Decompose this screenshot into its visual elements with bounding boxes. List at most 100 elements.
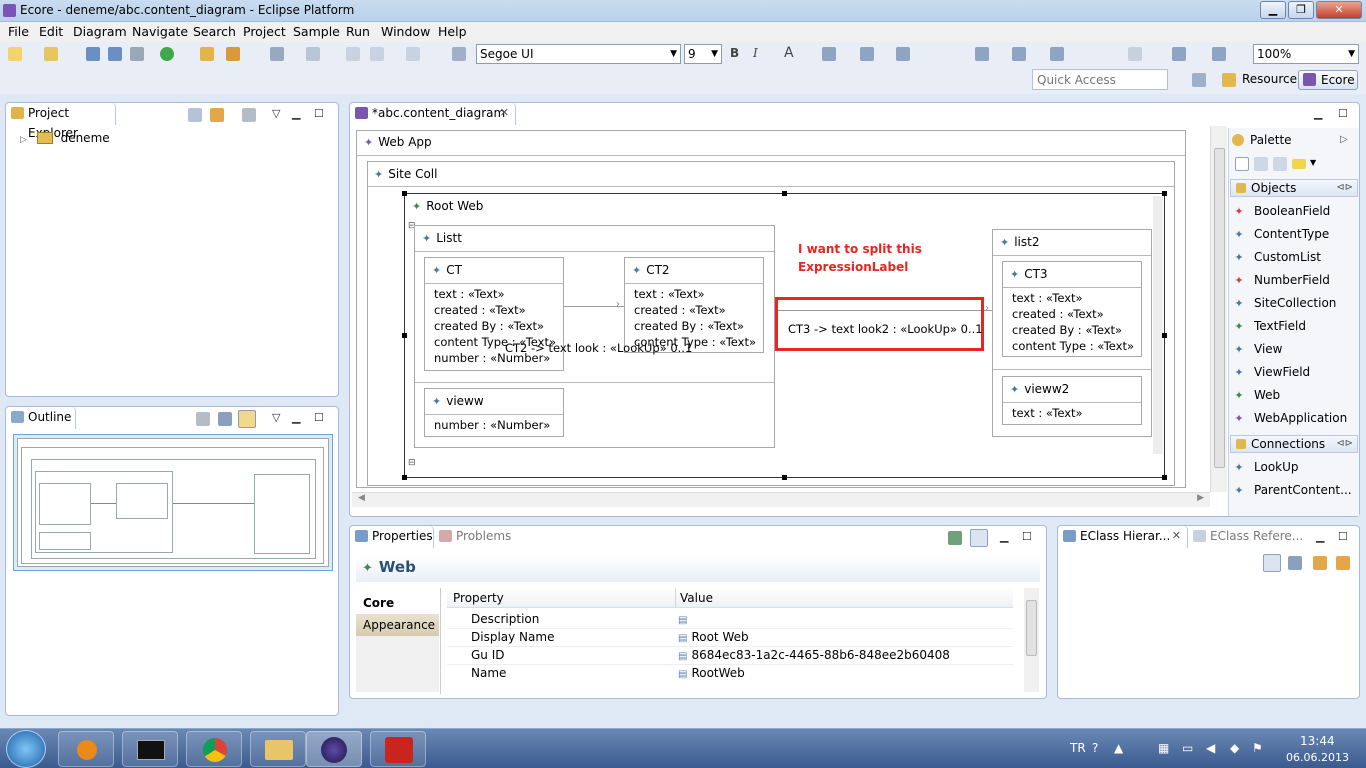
ct-attr-text[interactable]: text : «Text» <box>434 287 505 301</box>
scroll-right-icon[interactable]: ▶ <box>1197 493 1204 503</box>
open-folder-icon[interactable] <box>200 47 214 61</box>
side-tab-core[interactable]: Core <box>356 592 440 614</box>
ct3-attr-text[interactable]: text : «Text» <box>1012 291 1083 305</box>
horizontal-scrollbar[interactable]: ◀ ▶ <box>352 492 1210 507</box>
taskbar-explorer[interactable] <box>250 731 306 767</box>
ct-attr-created-by[interactable]: created By : «Text» <box>434 319 544 333</box>
collapse-all-icon[interactable] <box>188 108 202 122</box>
properties-scrollbar-thumb[interactable] <box>1026 600 1037 656</box>
filter-icon[interactable] <box>242 108 256 122</box>
menu-window[interactable]: Window <box>381 24 430 39</box>
size-icon[interactable] <box>1172 47 1186 61</box>
sync-icon[interactable] <box>1313 556 1327 570</box>
cursor-icon[interactable] <box>270 47 284 61</box>
view-menu-icon[interactable]: ▽ <box>272 411 280 424</box>
menu-diagram[interactable]: Diagram <box>73 24 127 39</box>
minimize-view-icon[interactable]: ▁ <box>1316 530 1324 543</box>
ct3-attr-content-type[interactable]: content Type : «Text» <box>1012 339 1134 353</box>
taskbar-eclipse[interactable] <box>306 731 362 767</box>
prop-row-guid-value[interactable]: ▤ 8684ec83-1a2c-4465-88b6-848ee2b60408 <box>678 648 950 662</box>
link-editor-icon[interactable] <box>210 108 224 122</box>
lookup-label-2[interactable]: CT3 -> text look2 : «LookUp» 0..1 <box>788 322 983 336</box>
palette-item-sitecollection[interactable]: ✦ SiteCollection <box>1234 296 1336 310</box>
back-icon[interactable] <box>346 47 360 61</box>
selection-handle[interactable] <box>1162 475 1167 480</box>
arrange-icon[interactable] <box>975 47 989 61</box>
selection-handle[interactable] <box>1162 191 1167 196</box>
palette-collapse-icon[interactable]: ▷ <box>1340 134 1348 145</box>
view-menu-icon[interactable]: ▽ <box>272 107 280 120</box>
perspective-ecore[interactable]: Ecore <box>1298 70 1358 90</box>
open-perspective-icon[interactable] <box>1192 73 1206 87</box>
taskbar-chrome[interactable] <box>186 731 242 767</box>
prop-row-description-value[interactable]: ▤ <box>678 612 691 626</box>
vertical-scrollbar-thumb[interactable] <box>1214 148 1225 468</box>
perspective-resource[interactable]: Resource <box>1218 70 1297 90</box>
clock-date[interactable]: 06.06.2013 <box>1286 751 1349 764</box>
palette-item-webapplication[interactable]: ✦ WebApplication <box>1234 411 1347 425</box>
prop-row-description-name[interactable]: Description <box>471 612 539 626</box>
align-icon[interactable] <box>1012 47 1026 61</box>
line-color-icon[interactable] <box>860 47 874 61</box>
palette-item-lookup[interactable]: ✦ LookUp <box>1234 460 1298 474</box>
palette-item-parentcontent[interactable]: ✦ ParentContent... <box>1234 483 1351 497</box>
close-button[interactable]: ✕ <box>1316 1 1362 19</box>
menu-sample[interactable]: Sample <box>293 24 340 39</box>
prop-row-name-value[interactable]: ▤ RootWeb <box>678 666 745 680</box>
pin-icon[interactable] <box>452 47 466 61</box>
side-tab-appearance[interactable]: Appearance <box>356 614 439 636</box>
outline-overview-icon[interactable] <box>238 410 256 428</box>
drawer-pin-icon[interactable]: ⊲⊳ <box>1336 180 1353 196</box>
font-name-select[interactable]: Segoe UI ▼ <box>476 44 681 64</box>
palette-item-booleanfield[interactable]: ✦ BooleanField <box>1234 204 1330 218</box>
menu-run[interactable]: Run <box>346 24 370 39</box>
italic-button[interactable]: I <box>753 46 758 60</box>
close-tab-icon[interactable]: ✕ <box>1172 526 1181 546</box>
palette-item-textfield[interactable]: ✦ TextField <box>1234 319 1306 333</box>
new-icon[interactable] <box>8 47 22 61</box>
fill-color-icon[interactable] <box>822 47 836 61</box>
next-annotation-icon[interactable] <box>306 47 320 61</box>
ct2-attr-created-by[interactable]: created By : «Text» <box>634 319 744 333</box>
restore-button[interactable]: ❐ <box>1288 1 1314 19</box>
properties-scrollbar[interactable] <box>1024 588 1039 692</box>
maximize-view-icon[interactable]: ☐ <box>314 411 324 424</box>
vieww2-attr-text[interactable]: text : «Text» <box>1012 406 1083 420</box>
prop-row-guid-name[interactable]: Gu ID <box>471 648 505 662</box>
line-style-icon[interactable] <box>896 47 910 61</box>
palette-item-viewfield[interactable]: ✦ ViewField <box>1234 365 1310 379</box>
collapse-compartment-icon-bottom[interactable]: ⊟ <box>408 458 416 468</box>
minimize-view-icon[interactable]: ▁ <box>1000 530 1008 543</box>
maximize-view-icon[interactable]: ☐ <box>314 107 324 120</box>
minimize-editor-icon[interactable]: ▁ <box>1314 107 1322 120</box>
tab-outline[interactable]: Outline <box>6 407 76 429</box>
save-icon[interactable] <box>86 47 100 61</box>
ct2-attr-created[interactable]: created : «Text» <box>634 303 726 317</box>
run-icon[interactable] <box>160 47 174 61</box>
distribute-icon[interactable] <box>1050 47 1064 61</box>
palette-item-customlist[interactable]: ✦ CustomList <box>1234 250 1321 264</box>
back-arrow-icon[interactable] <box>370 47 384 61</box>
refresh-icon[interactable] <box>1336 556 1350 570</box>
volume-tray-icon[interactable]: ◀ <box>1206 741 1215 755</box>
selection-handle[interactable] <box>782 191 787 196</box>
outline-thumbnail[interactable] <box>13 434 333 571</box>
vertical-scrollbar[interactable] <box>1210 126 1227 492</box>
font-color-button[interactable]: A <box>784 45 794 61</box>
zoom-out-tool-icon[interactable] <box>1273 157 1287 171</box>
brush-icon[interactable] <box>226 47 240 61</box>
expand-arrow-icon[interactable]: ▷ <box>20 135 27 145</box>
lookup-label-1[interactable]: CT2 -> text look : «LookUp» 0..1 <box>505 341 692 355</box>
prop-row-display-name-name[interactable]: Display Name <box>471 630 554 644</box>
ct-attr-created[interactable]: created : «Text» <box>434 303 526 317</box>
palette-item-contenttype[interactable]: ✦ ContentType <box>1234 227 1329 241</box>
drawer-pin-icon[interactable]: ⊲⊳ <box>1336 436 1353 452</box>
ct2-attr-text[interactable]: text : «Text» <box>634 287 705 301</box>
outline-tree-icon[interactable] <box>196 412 210 426</box>
menu-edit[interactable]: Edit <box>39 24 63 39</box>
ct3-attr-created-by[interactable]: created By : «Text» <box>1012 323 1122 337</box>
minimize-view-icon[interactable]: ▁ <box>292 107 300 120</box>
selection-handle[interactable] <box>782 475 787 480</box>
selection-handle[interactable] <box>1162 333 1167 338</box>
pin-view-icon[interactable] <box>948 531 962 545</box>
